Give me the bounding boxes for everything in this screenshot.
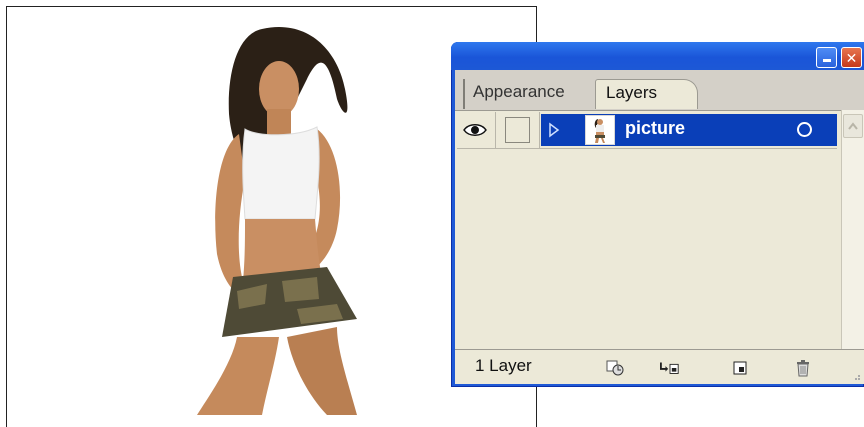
row-divider bbox=[539, 112, 540, 148]
close-icon[interactable]: ✕ bbox=[841, 47, 862, 68]
eye-icon[interactable] bbox=[462, 120, 488, 140]
layer-thumbnail bbox=[585, 115, 615, 145]
target-circle-icon[interactable] bbox=[797, 122, 812, 137]
panel-tab-bar: Appearance Layers bbox=[455, 70, 864, 111]
new-layer-icon[interactable] bbox=[730, 359, 750, 377]
layer-name[interactable]: picture bbox=[625, 118, 685, 139]
layer-row[interactable]: picture bbox=[457, 112, 837, 149]
layer-count: 1 Layer bbox=[475, 356, 532, 375]
tab-layers-label: Layers bbox=[606, 83, 658, 102]
trash-icon[interactable] bbox=[793, 359, 813, 377]
lock-toggle[interactable] bbox=[505, 117, 530, 143]
clipping-mask-icon[interactable] bbox=[605, 359, 625, 377]
new-sublayer-icon[interactable] bbox=[660, 359, 680, 377]
tab-layers[interactable]: Layers bbox=[595, 79, 698, 109]
resize-grip-icon[interactable] bbox=[851, 371, 861, 381]
artwork-image bbox=[197, 27, 357, 415]
tab-appearance[interactable]: Appearance bbox=[463, 79, 601, 109]
layers-panel-window: ✕ Appearance Layers ► bbox=[451, 42, 864, 387]
tab-appearance-label: Appearance bbox=[473, 82, 565, 101]
panel-body: Appearance Layers ► bbox=[455, 70, 864, 384]
scroll-up-icon[interactable] bbox=[843, 114, 863, 138]
minimize-icon[interactable] bbox=[816, 47, 837, 68]
triangle-right-icon[interactable] bbox=[545, 120, 563, 140]
panel-footer: 1 Layer bbox=[455, 349, 864, 384]
row-divider bbox=[495, 112, 496, 148]
panel-title-bar[interactable]: ✕ bbox=[451, 42, 864, 70]
layers-scrollbar[interactable] bbox=[841, 110, 864, 377]
